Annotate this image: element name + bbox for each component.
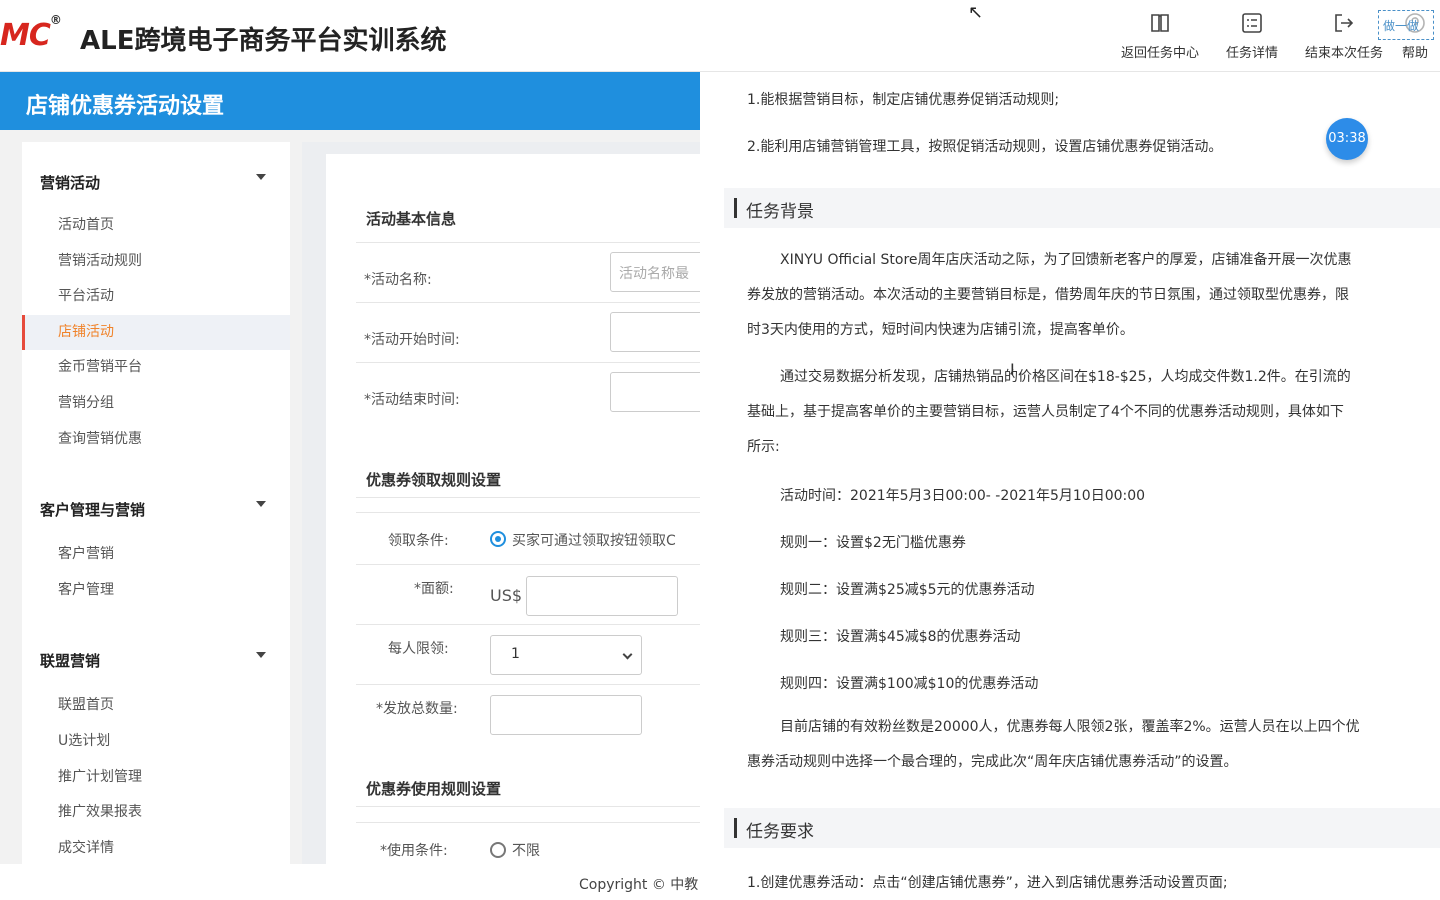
divider xyxy=(356,242,700,243)
coupon-form: 活动基本信息 *活动名称: 活动名称最 *活动开始时间: *活动结束时间: 优惠… xyxy=(326,154,710,864)
divider xyxy=(356,497,700,498)
background-title: 任务背景 xyxy=(746,202,814,222)
divider xyxy=(356,302,700,303)
rule-3: 规则三：设置满$45减$8的优惠券活动 xyxy=(780,629,1021,645)
task-details-button[interactable]: 任务详情 xyxy=(1206,8,1298,68)
activity-name-input[interactable]: 活动名称最 xyxy=(610,252,710,292)
sidebar-item-platform-activity[interactable]: 平台活动 xyxy=(22,279,290,315)
background-paragraph-2: 通过交易数据分析发现，店铺热销品的价格区间在$18-$25，人均成交件数1.2件… xyxy=(747,369,1351,455)
divider xyxy=(356,512,700,513)
goal-1: 1.能根据营销目标，制定店铺优惠券促销活动规则; xyxy=(747,92,1060,108)
divider xyxy=(356,564,700,565)
activity-name-label: *活动名称: xyxy=(364,272,432,288)
task-panel[interactable]: 1.能根据营销目标，制定店铺优惠券促销活动规则; 2.能利用店铺营销管理工具，按… xyxy=(700,72,1440,900)
sidebar-item-promo-report[interactable]: 推广效果报表 xyxy=(22,795,290,831)
menu-head-customer[interactable]: 客户管理与营销 xyxy=(22,481,290,537)
sidebar-item-query-discounts[interactable]: 查询营销优惠 xyxy=(22,422,290,458)
total-quantity-input[interactable] xyxy=(490,695,642,735)
rule-1: 规则一：设置$2无门槛优惠券 xyxy=(780,535,966,551)
section-title-use: 优惠券使用规则设置 xyxy=(366,780,502,798)
background-paragraph-1: XINYU Official Store周年店庆活动之际，为了回馈新老客户的厚爱… xyxy=(747,252,1352,338)
sidebar-item-coin-marketing[interactable]: 金币营销平台 xyxy=(22,350,290,386)
face-value-input[interactable] xyxy=(526,576,678,616)
goal-2: 2.能利用店铺营销管理工具，按照促销活动规则，设置店铺优惠券促销活动。 xyxy=(747,139,1223,155)
activity-time: 活动时间：2021年5月3日00:00- -2021年5月10日00:00 xyxy=(780,488,1146,504)
menu-group-customer: 客户管理与营销 客户营销 客户管理 xyxy=(22,481,290,608)
mouse-cursor-icon: ↖ xyxy=(968,2,984,23)
requirement-title: 任务要求 xyxy=(746,822,814,842)
end-task-button[interactable]: 结束本次任务 xyxy=(1298,8,1390,68)
claim-condition-option[interactable]: 买家可通过领取按钮领取C xyxy=(512,530,676,550)
sidebar-item-marketing-rules[interactable]: 营销活动规则 xyxy=(22,244,290,280)
app-title: ALE跨境电子商务平台实训系统 xyxy=(80,26,447,56)
form-area: 活动基本信息 *活动名称: 活动名称最 *活动开始时间: *活动结束时间: 优惠… xyxy=(302,142,710,864)
section-title-basic: 活动基本信息 xyxy=(366,210,457,228)
menu-head-marketing[interactable]: 营销活动 xyxy=(22,142,290,208)
requirement-header: 任务要求 xyxy=(724,808,1440,848)
use-condition-label: *使用条件: xyxy=(380,843,448,859)
per-person-limit-select[interactable]: 1 xyxy=(490,635,642,675)
divider xyxy=(356,806,700,807)
task-timer[interactable]: 03:38 xyxy=(1326,118,1368,160)
divider xyxy=(356,362,700,363)
brand-logo: MC® xyxy=(0,13,62,53)
sidebar-item-promo-plan[interactable]: 推广计划管理 xyxy=(22,760,290,796)
total-quantity-label: *发放总数量: xyxy=(376,701,458,717)
rule-2: 规则二：设置满$25减$5元的优惠券活动 xyxy=(780,582,1035,598)
footer: Copyright © 中教 xyxy=(0,864,700,900)
section-title-claim: 优惠券领取规则设置 xyxy=(366,471,502,489)
list-card-icon xyxy=(1242,13,1262,33)
sidebar-item-customer-marketing[interactable]: 客户营销 xyxy=(22,537,290,573)
exit-icon xyxy=(1335,14,1354,32)
practice-overlay[interactable]: 做一做 xyxy=(1378,10,1434,40)
requirement-1: 1.创建优惠券活动：点击“创建店铺优惠券”，进入到店铺优惠券活动设置页面; xyxy=(747,875,1228,891)
chevron-down-icon xyxy=(256,174,266,180)
menu-group-marketing: 营销活动 活动首页 营销活动规则 平台活动 店铺活动 金币营销平台 营销分组 查… xyxy=(22,142,290,457)
page-title: 店铺优惠券活动设置 xyxy=(0,72,700,130)
book-icon xyxy=(1151,14,1169,32)
start-time-label: *活动开始时间: xyxy=(364,332,460,348)
chevron-down-icon xyxy=(256,652,266,659)
divider xyxy=(356,822,700,823)
sidebar-item-deal-details[interactable]: 成交详情 xyxy=(22,831,290,867)
claim-condition-radio[interactable] xyxy=(490,531,506,547)
currency-label: US$ xyxy=(490,586,523,605)
end-time-input[interactable] xyxy=(610,372,710,412)
face-value-label: *面额: xyxy=(414,581,454,597)
sidebar-item-u-plan[interactable]: U选计划 xyxy=(22,724,290,760)
sidebar-item-activity-home[interactable]: 活动首页 xyxy=(22,208,290,244)
claim-condition-label: 领取条件: xyxy=(388,533,449,549)
back-to-task-center-button[interactable]: 返回任务中心 xyxy=(1114,8,1206,68)
start-time-input[interactable] xyxy=(610,312,710,352)
per-person-limit-label: 每人限领: xyxy=(388,641,449,657)
rule-4: 规则四：设置满$100减$10的优惠券活动 xyxy=(780,676,1039,692)
app-header: MC® ALE跨境电子商务平台实训系统 返回任务中心 任务详情 结束本次任务 帮… xyxy=(0,0,1440,72)
background-header: 任务背景 xyxy=(724,188,1440,228)
menu-head-affiliate[interactable]: 联盟营销 xyxy=(22,632,290,688)
chevron-down-icon xyxy=(622,649,633,660)
sidebar-item-store-activity[interactable]: 店铺活动 xyxy=(22,314,290,351)
divider xyxy=(356,684,700,685)
end-time-label: *活动结束时间: xyxy=(364,392,460,408)
chevron-down-icon xyxy=(256,501,266,508)
sidebar-item-affiliate-home[interactable]: 联盟首页 xyxy=(22,688,290,724)
copyright-text: Copyright © 中教 xyxy=(579,877,699,893)
divider xyxy=(356,624,700,625)
use-condition-option[interactable]: 不限 xyxy=(512,840,540,860)
sidebar-item-customer-management[interactable]: 客户管理 xyxy=(22,573,290,609)
sidebar: 营销活动 活动首页 营销活动规则 平台活动 店铺活动 金币营销平台 营销分组 查… xyxy=(22,142,290,864)
use-condition-radio[interactable] xyxy=(490,842,506,858)
sidebar-item-marketing-group[interactable]: 营销分组 xyxy=(22,386,290,422)
text-cursor-icon: I xyxy=(1010,360,1015,379)
menu-group-affiliate: 联盟营销 联盟首页 U选计划 推广计划管理 推广效果报表 成交详情 xyxy=(22,632,290,866)
background-paragraph-3: 目前店铺的有效粉丝数是20000人，优惠券每人限领2张，覆盖率2%。运营人员在以… xyxy=(747,719,1360,770)
